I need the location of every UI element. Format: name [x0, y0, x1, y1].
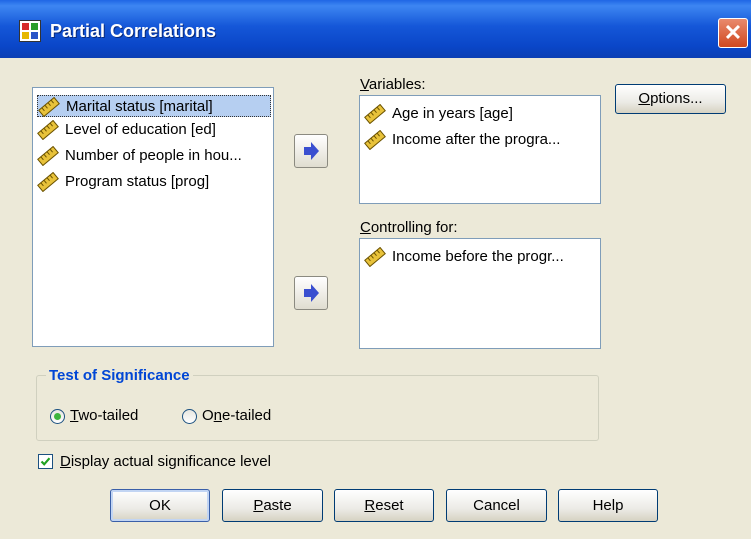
mnemonic: R	[364, 497, 376, 514]
options-button[interactable]: Options...	[615, 84, 726, 114]
window-title: Partial Correlations	[50, 21, 217, 41]
right-arrow-icon	[295, 284, 327, 313]
list-item[interactable]: Income before the progr...	[364, 246, 598, 268]
ruler-icon	[364, 129, 386, 154]
display-significance-label[interactable]: Display actual significance level	[60, 453, 271, 470]
list-item-label: Number of people in hou...	[65, 147, 242, 164]
list-item[interactable]: Age in years [age]	[364, 103, 598, 125]
controlling-for-label: Controlling for:	[360, 219, 458, 236]
list-item-label: Marital status [marital]	[66, 98, 213, 115]
move-to-controlling-button[interactable]	[294, 276, 328, 310]
ruler-icon	[37, 145, 59, 170]
list-item-label: Level of education [ed]	[65, 121, 216, 138]
variables-label: Variables:	[360, 76, 426, 93]
one-tailed-radio[interactable]	[182, 409, 197, 424]
two-tailed-label[interactable]: Two-tailed	[70, 407, 138, 424]
list-item[interactable]: Number of people in hou...	[37, 145, 271, 167]
checkmark-icon	[39, 455, 52, 472]
ok-button[interactable]: OK	[110, 489, 210, 522]
group-title: Test of Significance	[46, 367, 193, 384]
list-item-label: Income after the progra...	[392, 131, 561, 148]
two-tailed-radio[interactable]	[50, 409, 65, 424]
reset-button[interactable]: Reset	[334, 489, 434, 522]
move-to-variables-button[interactable]	[294, 134, 328, 168]
source-variable-list[interactable]: Marital status [marital] Level of educat…	[32, 87, 274, 347]
radio-selected-dot	[54, 413, 61, 420]
cancel-button[interactable]: Cancel	[446, 489, 547, 522]
ruler-icon	[37, 119, 59, 144]
variables-list[interactable]: Age in years [age] Income after the prog…	[359, 95, 601, 204]
close-icon: ✕	[723, 20, 743, 45]
help-button[interactable]: Help	[558, 489, 658, 522]
list-item[interactable]: Income after the progra...	[364, 129, 598, 151]
ruler-icon	[37, 171, 59, 196]
mnemonic: V	[360, 76, 369, 93]
mnemonic: O	[638, 90, 651, 107]
list-item-label: Program status [prog]	[65, 173, 210, 190]
display-significance-checkbox[interactable]	[38, 454, 53, 469]
ruler-icon	[364, 103, 386, 128]
mnemonic: D	[60, 453, 71, 470]
close-button[interactable]: ✕	[718, 18, 748, 48]
list-item[interactable]: Program status [prog]	[37, 171, 271, 193]
list-item-label: Income before the progr...	[392, 248, 564, 265]
right-arrow-icon	[295, 142, 327, 171]
ruler-icon	[38, 96, 60, 121]
ruler-icon	[364, 246, 386, 271]
list-item[interactable]: Level of education [ed]	[37, 119, 271, 141]
title-bar[interactable]: Partial Correlations ✕	[0, 0, 751, 58]
mnemonic: C	[360, 219, 371, 236]
mnemonic: P	[253, 497, 264, 514]
list-item[interactable]: Marital status [marital]	[37, 95, 271, 118]
spss-app-icon	[19, 20, 41, 42]
one-tailed-label[interactable]: One-tailed	[202, 407, 271, 424]
controlling-for-list[interactable]: Income before the progr...	[359, 238, 601, 349]
paste-button[interactable]: Paste	[222, 489, 323, 522]
mnemonic: n	[213, 407, 223, 424]
list-item-label: Age in years [age]	[392, 105, 513, 122]
